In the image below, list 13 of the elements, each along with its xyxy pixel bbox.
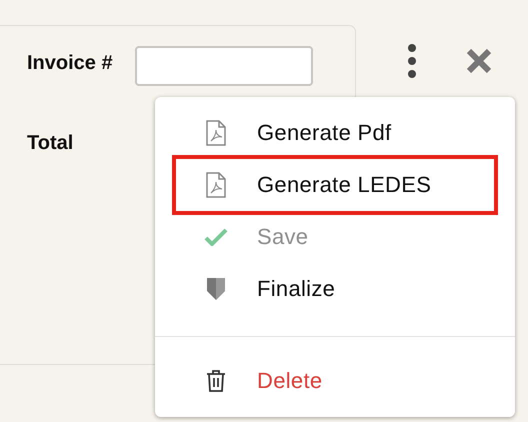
trash-icon [206, 369, 226, 393]
menu-item[interactable]: Delete [175, 355, 495, 407]
check-icon [204, 228, 228, 246]
document-icon [206, 172, 226, 198]
menu-item[interactable]: Generate Pdf [175, 107, 495, 159]
menu-item[interactable]: Generate LEDES [175, 158, 495, 212]
document-icon [206, 120, 226, 146]
input-field[interactable] [134, 46, 313, 86]
close-icon[interactable] [466, 48, 492, 74]
field-label: Total [27, 130, 74, 156]
field-label: Invoice # [27, 50, 113, 76]
shield-icon [206, 277, 226, 301]
menu-item[interactable]: Finalize [175, 263, 495, 315]
